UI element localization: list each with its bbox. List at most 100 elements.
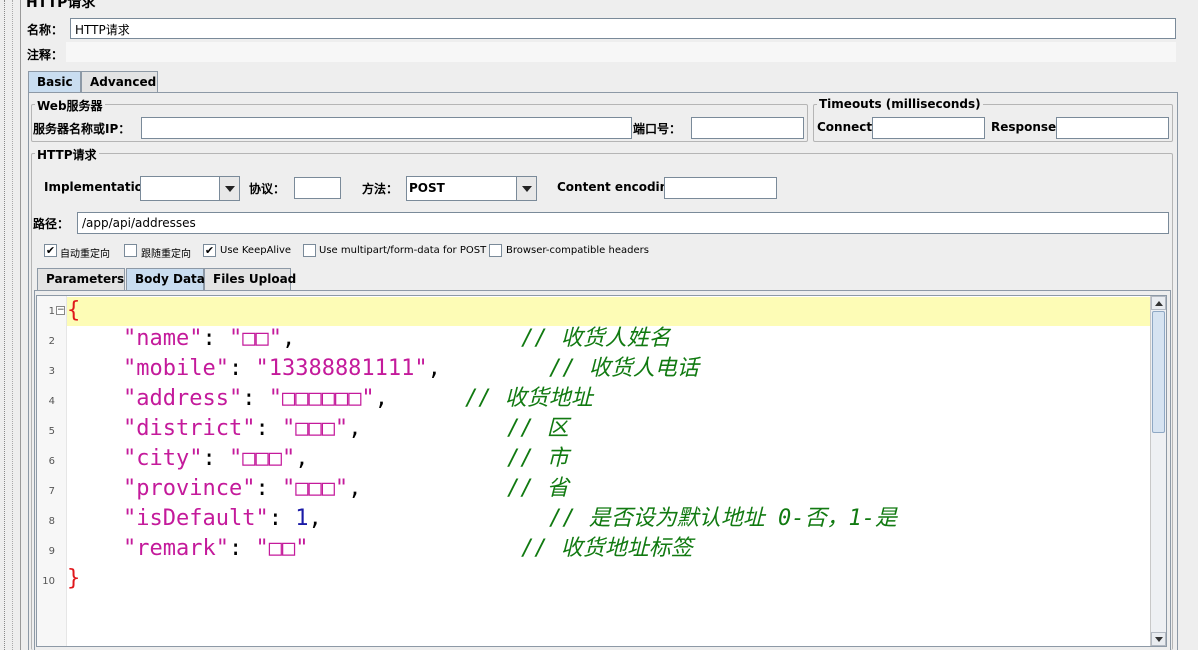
json-value: "□□□" — [281, 476, 349, 501]
json-key: "district" — [123, 416, 256, 441]
checkbox-label: Browser-compatible headers — [506, 245, 649, 256]
line-number: 8 — [48, 516, 55, 527]
arrow-down-icon — [1154, 636, 1163, 642]
code-comment: // 省 — [507, 476, 569, 501]
json-value: "13388881111" — [255, 356, 428, 381]
comment-label: 注释： — [27, 48, 64, 62]
response-label: Response: — [991, 120, 1061, 134]
response-timeout-input[interactable] — [1056, 117, 1169, 139]
code-comment: // 收货地址 — [465, 386, 593, 411]
port-input[interactable] — [691, 117, 804, 139]
checkbox-label: 跟随重定向 — [141, 249, 191, 260]
current-line-highlight — [37, 297, 1151, 326]
checkbox-label: Use multipart/form-data for POST — [319, 245, 487, 256]
scroll-down-button[interactable] — [1151, 632, 1166, 646]
tab-body-data[interactable]: Body Data — [126, 268, 205, 291]
connect-timeout-input[interactable] — [872, 117, 985, 139]
json-key: "isDefault" — [123, 506, 269, 531]
json-key: "province" — [123, 476, 256, 501]
protocol-input[interactable] — [294, 177, 341, 199]
json-key: "mobile" — [123, 356, 229, 381]
json-value: "□□" — [255, 536, 309, 561]
code-line: "mobile": "13388881111", — [123, 356, 441, 381]
code-line: "province": "□□□", — [123, 476, 362, 501]
name-label: 名称： — [27, 23, 64, 37]
protocol-label: 协议： — [249, 182, 286, 196]
path-input[interactable]: /app/api/addresses — [77, 212, 1169, 234]
comment-field[interactable] — [66, 42, 1176, 62]
chevron-down-icon — [521, 186, 532, 192]
code-comment: // 收货人姓名 — [521, 326, 671, 351]
code-comment: // 是否设为默认地址 0-否，1-是 — [549, 506, 897, 531]
line-number: 2 — [48, 336, 55, 347]
arrow-up-icon — [1154, 300, 1163, 306]
code-line: "address": "□□□□□□", — [123, 386, 388, 411]
line-number: 4 — [48, 396, 55, 407]
json-value: "□□□" — [228, 446, 296, 471]
path-label: 路径： — [33, 217, 70, 231]
timeouts-group-title: Timeouts (milliseconds) — [817, 97, 983, 111]
tree-guide-line — [12, 0, 13, 650]
checkbox-label: 自动重定向 — [60, 249, 110, 260]
line-number: 10 — [42, 576, 55, 587]
multipart-checkbox[interactable] — [303, 244, 316, 257]
code-line: "district": "□□□", — [123, 416, 362, 441]
code-line: "isDefault": 1, — [123, 506, 322, 531]
method-dropdown-button[interactable] — [516, 177, 536, 200]
implementation-dropdown-button[interactable] — [219, 177, 239, 200]
server-input[interactable] — [141, 117, 632, 139]
json-key: "remark" — [123, 536, 229, 561]
code-comment: // 收货地址标签 — [521, 536, 693, 561]
scrollbar-thumb[interactable] — [1152, 311, 1165, 433]
server-label: 服务器名称或IP： — [33, 122, 131, 136]
code-line: "name": "□□", — [123, 326, 296, 351]
editor-vertical-scrollbar[interactable] — [1150, 296, 1166, 646]
web-server-group-title: Web服务器 — [35, 97, 105, 114]
json-value: 1 — [295, 506, 309, 531]
http-request-group-title: HTTP请求 — [35, 146, 99, 163]
line-number: 7 — [48, 486, 55, 497]
line-number: 6 — [48, 456, 55, 467]
code-comment: // 收货人电话 — [549, 356, 699, 381]
keepalive-checkbox[interactable]: ✔ — [203, 244, 216, 257]
content-encoding-label: Content encoding: — [557, 180, 682, 194]
code-comment: // 区 — [507, 416, 569, 441]
json-key: "name" — [123, 326, 203, 351]
code-close-brace: } — [67, 566, 81, 591]
panel-title: HTTP请求 — [26, 0, 96, 11]
connect-label: Connect: — [817, 120, 877, 134]
line-number: 5 — [48, 426, 55, 437]
method-label: 方法： — [362, 182, 399, 196]
tree-guide-line — [4, 0, 5, 650]
tab-basic[interactable]: Basic — [28, 71, 81, 93]
method-select[interactable]: POST — [406, 176, 537, 201]
line-number: 9 — [48, 546, 55, 557]
port-label: 端口号： — [633, 122, 682, 136]
follow-redirects-auto-checkbox[interactable]: ✔ — [44, 244, 57, 257]
tab-parameters[interactable]: Parameters — [37, 268, 125, 291]
scroll-up-button[interactable] — [1151, 296, 1166, 310]
code-line: "remark": "□□" — [123, 536, 309, 561]
body-data-editor[interactable]: − 1 2 3 4 5 6 7 8 9 10 { "name": "□□", /… — [36, 295, 1167, 647]
code-comment: // 市 — [507, 446, 569, 471]
json-value: "□□□" — [281, 416, 349, 441]
name-field[interactable]: HTTP请求 — [70, 18, 1176, 39]
json-key: "city" — [123, 446, 203, 471]
code-line: "city": "□□□", — [123, 446, 309, 471]
browser-headers-checkbox[interactable] — [489, 244, 502, 257]
tab-files-upload[interactable]: Files Upload — [204, 268, 296, 291]
follow-redirects-checkbox[interactable] — [124, 244, 137, 257]
line-number: 3 — [48, 366, 55, 377]
checkbox-label: Use KeepAlive — [220, 245, 292, 256]
content-encoding-input[interactable] — [664, 177, 777, 199]
line-number: 1 — [48, 306, 55, 317]
fold-collapse-icon[interactable]: − — [56, 306, 65, 315]
implementation-select[interactable] — [140, 176, 240, 201]
json-key: "address" — [123, 386, 243, 411]
json-value: "□□" — [228, 326, 282, 351]
method-value: POST — [409, 181, 445, 195]
json-value: "□□□□□□" — [268, 386, 375, 411]
code-open-brace: { — [67, 298, 81, 323]
chevron-down-icon — [224, 186, 235, 192]
tab-advanced[interactable]: Advanced — [81, 71, 158, 93]
